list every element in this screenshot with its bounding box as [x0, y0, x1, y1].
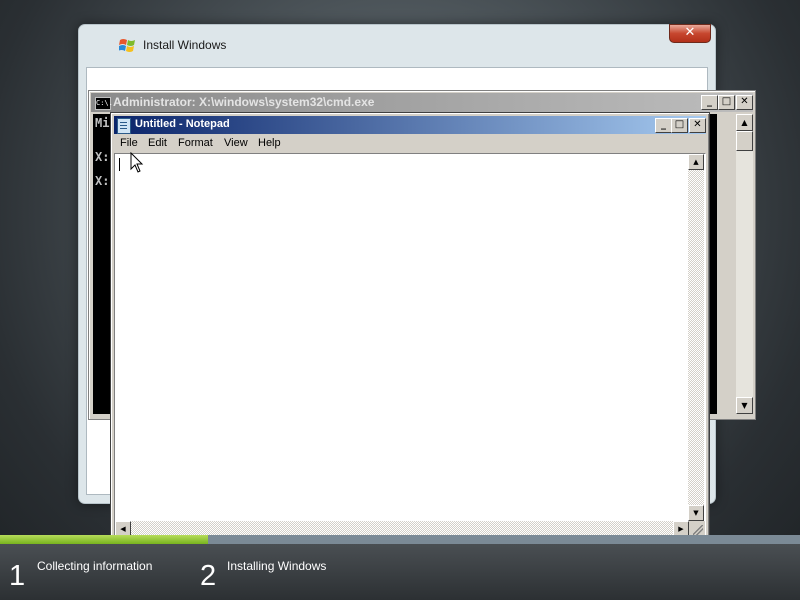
notepad-minimize-button[interactable]: _ — [655, 118, 672, 133]
cmd-minimize-button[interactable]: _ — [701, 95, 718, 110]
install-close-button[interactable]: ✕ — [669, 24, 711, 43]
scroll-down-arrow-icon[interactable]: ▼ — [736, 397, 753, 414]
desktop: Install Windows ✕ C:\. Administrator: X:… — [0, 0, 800, 600]
cmd-icon: C:\. — [95, 97, 113, 110]
scroll-thumb[interactable] — [736, 131, 753, 151]
notepad-icon — [117, 118, 131, 134]
cmd-title: Administrator: X:\windows\system32\cmd.e… — [113, 95, 375, 109]
notepad-window: Untitled - Notepad _ □ ✕ File Edit Forma… — [110, 112, 710, 542]
menu-edit[interactable]: Edit — [148, 137, 167, 149]
install-dialog-title: Install Windows — [143, 38, 227, 52]
menu-format[interactable]: Format — [178, 137, 213, 149]
menu-help[interactable]: Help — [258, 137, 281, 149]
scroll-up-arrow-icon[interactable]: ▲ — [688, 154, 704, 170]
step-number: 2 — [200, 560, 217, 592]
notepad-vertical-scrollbar[interactable]: ▲ ▼ — [688, 154, 704, 521]
setup-steps-bar: 1 Collecting information 2 Installing Wi… — [0, 544, 800, 600]
notepad-close-button[interactable]: ✕ — [689, 118, 706, 133]
cmd-line: X: — [95, 174, 110, 188]
setup-progress-bar — [0, 535, 800, 544]
notepad-text-area[interactable] — [114, 153, 706, 539]
step-label: Installing Windows — [227, 559, 327, 573]
notepad-maximize-button[interactable]: □ — [671, 118, 688, 133]
windows-flag-icon — [119, 39, 135, 52]
cmd-close-button[interactable]: ✕ — [736, 95, 753, 110]
cmd-maximize-button[interactable]: □ — [718, 95, 735, 110]
mouse-pointer-icon — [130, 152, 144, 173]
cmd-titlebar[interactable]: C:\. Administrator: X:\windows\system32\… — [91, 93, 753, 112]
step-number: 1 — [9, 560, 26, 592]
notepad-menubar: File Edit Format View Help — [114, 135, 706, 154]
menu-file[interactable]: File — [120, 137, 138, 149]
cmd-line: Mi — [95, 116, 110, 130]
notepad-title: Untitled - Notepad — [135, 118, 230, 130]
setup-progress-fill — [0, 535, 208, 544]
menu-view[interactable]: View — [224, 137, 248, 149]
step-label: Collecting information — [37, 559, 153, 573]
scroll-down-arrow-icon[interactable]: ▼ — [688, 505, 704, 521]
cmd-vertical-scrollbar[interactable]: ▲ ▼ — [736, 114, 753, 414]
scroll-up-arrow-icon[interactable]: ▲ — [736, 114, 753, 131]
notepad-titlebar[interactable]: Untitled - Notepad _ □ ✕ — [114, 116, 706, 134]
cmd-line: X: — [95, 150, 110, 164]
